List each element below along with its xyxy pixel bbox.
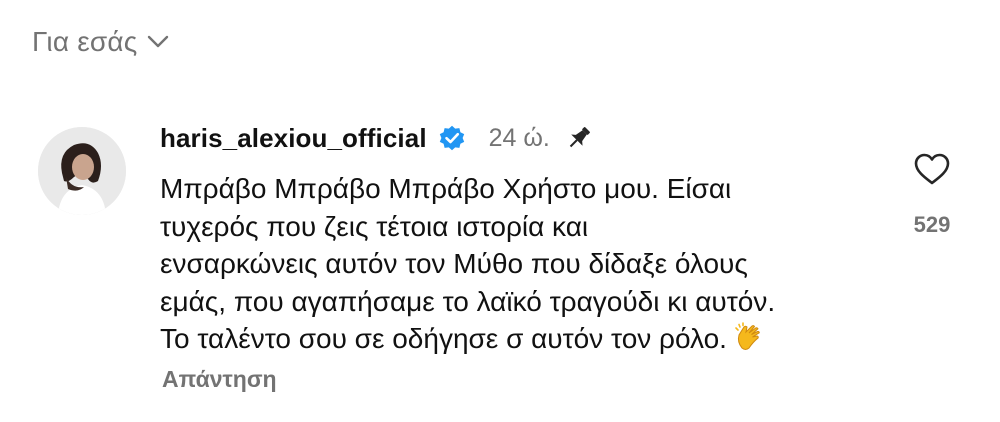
comment-line-last: Το ταλέντο σου σε οδήγησε σ αυτόν τον ρό…: [160, 320, 880, 358]
like-area: 529: [906, 152, 958, 238]
heart-icon[interactable]: [913, 152, 951, 186]
username[interactable]: haris_alexiou_official: [160, 123, 427, 154]
sort-dropdown[interactable]: Για εσάς: [32, 26, 169, 58]
clapping-hands-emoji: [735, 322, 760, 350]
comments-panel: Για εσάς haris_alexiou_official 24 ώ. Μπ…: [0, 0, 1000, 422]
verified-badge-icon: [439, 125, 464, 151]
comment-line: τυχερός που ζεις τέτοια ιστορία και: [160, 210, 589, 242]
comment-line: Μπράβο Μπράβο Μπράβο Χρήστο μου. Είσαι: [160, 173, 732, 204]
comment-text: Μπράβο Μπράβο Μπράβο Χρήστο μου. Είσαι τ…: [160, 170, 880, 358]
comment-time: 24 ώ.: [488, 123, 550, 152]
sort-label: Για εσάς: [32, 26, 138, 57]
reply-button[interactable]: Απάντηση: [162, 366, 277, 393]
comment-header: haris_alexiou_official 24 ώ.: [160, 120, 594, 156]
pin-icon: [569, 127, 590, 148]
comment-line-text: Το ταλέντο σου σε οδήγησε σ αυτόν τον ρό…: [160, 323, 727, 354]
likes-count: 529: [913, 212, 951, 237]
avatar[interactable]: [38, 127, 126, 215]
comment-line: ενσαρκώνεις αυτόν τον Μύθο που δίδαξε όλ…: [160, 248, 748, 279]
comment-line: εμάς, που αγαπήσαμε το λαϊκό τραγούδι κι…: [160, 285, 776, 317]
chevron-down-icon: [148, 35, 169, 48]
